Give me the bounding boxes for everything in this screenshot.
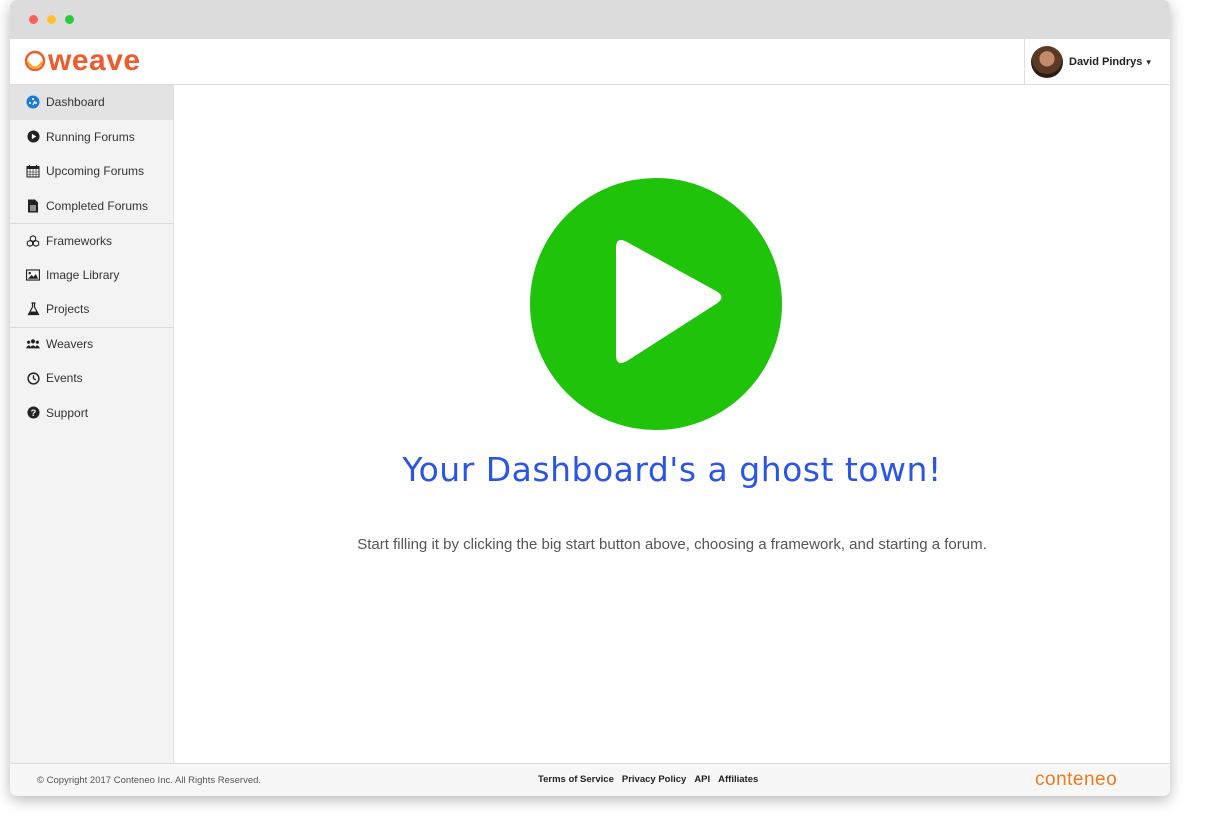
sidebar-item-label: Completed Forums — [46, 198, 149, 213]
sidebar-item-support[interactable]: ? Support — [10, 396, 173, 431]
sidebar-item-label: Events — [46, 371, 83, 386]
chevron-down-icon: ▾ — [1146, 56, 1151, 67]
users-icon — [26, 337, 40, 351]
svg-text:?: ? — [30, 408, 36, 418]
terms-of-service-link[interactable]: Terms of Service — [538, 774, 614, 785]
title-bar — [10, 0, 1170, 39]
question-circle-icon: ? — [26, 406, 40, 420]
sidebar-item-label: Running Forums — [46, 129, 135, 144]
sidebar-item-label: Weavers — [46, 337, 94, 352]
api-link[interactable]: API — [694, 774, 710, 785]
cubes-icon — [26, 234, 40, 248]
sidebar-item-label: Dashboard — [46, 95, 105, 110]
document-icon — [26, 199, 40, 213]
sidebar-item-label: Upcoming Forums — [46, 164, 145, 179]
sidebar-item-completed-forums[interactable]: Completed Forums — [10, 189, 173, 224]
empty-state-headline: Your Dashboard's a ghost town! — [402, 450, 942, 489]
play-circle-icon — [26, 130, 40, 144]
calendar-icon — [26, 164, 40, 178]
app-header: weave David Pindrys ▾ — [10, 39, 1170, 85]
sidebar-item-label: Image Library — [46, 267, 120, 282]
logo-text: weave — [48, 44, 141, 77]
sidebar: Dashboard Running Forums Upcoming Forums… — [10, 85, 174, 763]
sidebar-item-label: Support — [46, 405, 89, 420]
image-icon — [26, 268, 40, 282]
browser-window: weave David Pindrys ▾ Dashboard Running … — [10, 0, 1170, 796]
affiliates-link[interactable]: Affiliates — [718, 774, 758, 785]
weave-logo-icon — [24, 50, 46, 72]
copyright-text: © Copyright 2017 Conteneo Inc. All Right… — [37, 775, 262, 786]
empty-state-message: Start filling it by clicking the big sta… — [357, 536, 987, 553]
sidebar-item-label: Projects — [46, 302, 90, 317]
sidebar-item-label: Frameworks — [46, 233, 113, 248]
user-name: David Pindrys — [1069, 56, 1143, 68]
maximize-window-button[interactable] — [65, 15, 74, 24]
sidebar-item-frameworks[interactable]: Frameworks — [10, 223, 173, 258]
sidebar-item-weavers[interactable]: Weavers — [10, 326, 173, 362]
close-window-button[interactable] — [29, 15, 38, 24]
privacy-policy-link[interactable]: Privacy Policy — [622, 774, 686, 785]
main-content: Your Dashboard's a ghost town! Start fil… — [174, 85, 1170, 763]
sidebar-item-projects[interactable]: Projects — [10, 292, 173, 327]
clock-icon — [26, 371, 40, 385]
footer-links: Terms of Service Privacy Policy API Affi… — [538, 774, 758, 785]
footer: © Copyright 2017 Conteneo Inc. All Right… — [10, 763, 1170, 796]
weave-logo[interactable]: weave — [24, 45, 141, 77]
start-forum-play-button[interactable] — [530, 178, 782, 430]
conteneo-logo[interactable]: conteneo — [1035, 769, 1117, 791]
avatar — [1031, 46, 1063, 78]
user-menu[interactable]: David Pindrys ▾ — [1024, 39, 1170, 85]
sidebar-item-image-library[interactable]: Image Library — [10, 258, 173, 293]
sidebar-item-events[interactable]: Events — [10, 361, 173, 396]
dashboard-icon — [26, 95, 40, 109]
sidebar-item-upcoming-forums[interactable]: Upcoming Forums — [10, 154, 173, 189]
minimize-window-button[interactable] — [47, 15, 56, 24]
sidebar-item-dashboard[interactable]: Dashboard — [10, 85, 173, 120]
sidebar-item-running-forums[interactable]: Running Forums — [10, 120, 173, 155]
flask-icon — [26, 302, 40, 316]
